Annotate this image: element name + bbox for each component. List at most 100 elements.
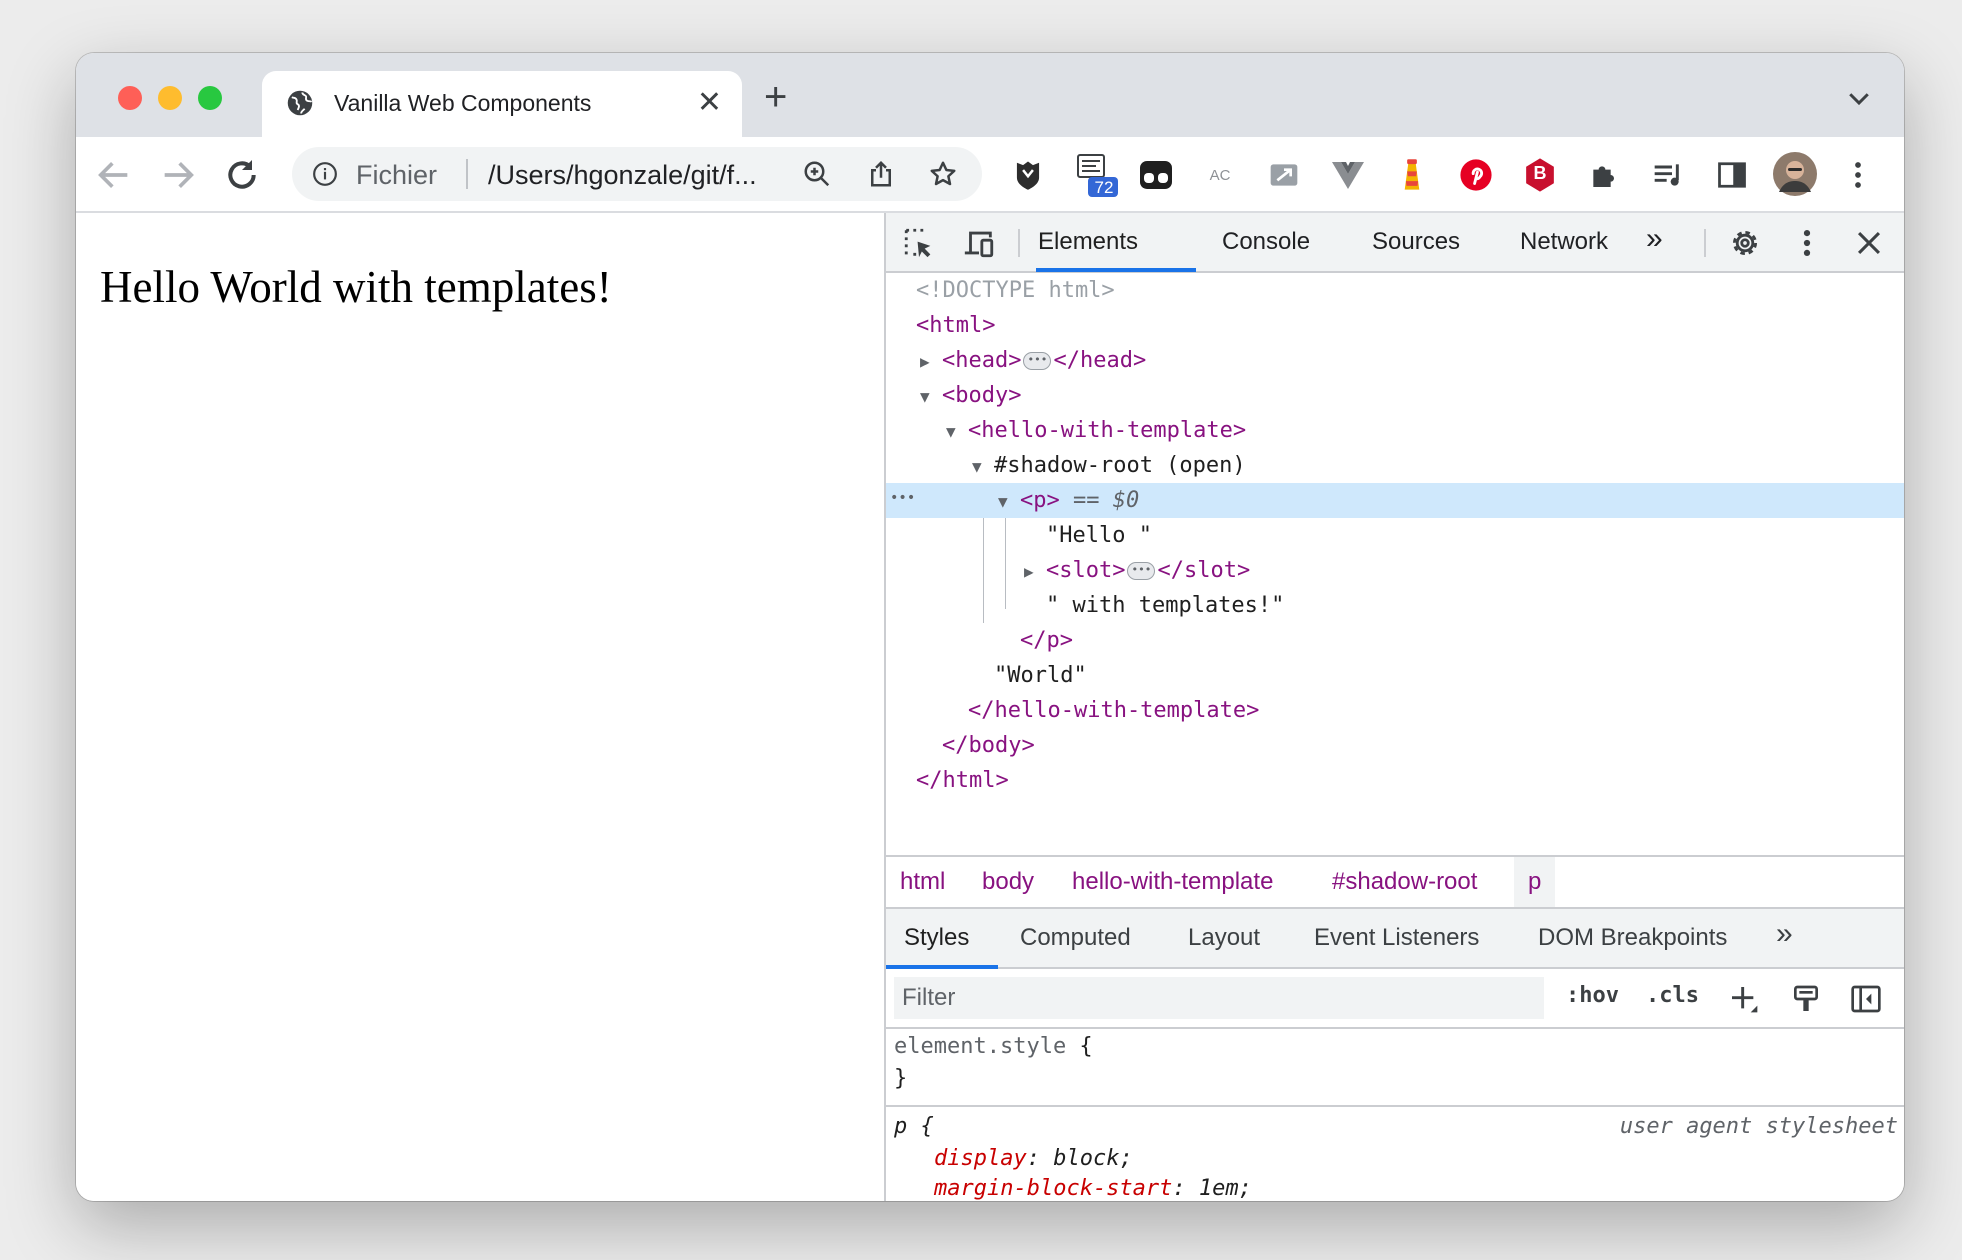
toggle-sidebar-icon[interactable]	[1850, 983, 1882, 1015]
side-panel-icon[interactable]	[1714, 157, 1750, 193]
styles-filter-input[interactable]	[894, 977, 1544, 1019]
more-tabs-icon[interactable]: »	[1646, 222, 1663, 256]
tab-sources[interactable]: Sources	[1372, 228, 1460, 256]
tab-event-listeners[interactable]: Event Listeners	[1314, 924, 1479, 952]
device-toolbar-icon[interactable]	[962, 226, 996, 260]
tab-network[interactable]: Network	[1520, 228, 1608, 256]
tab-vanilla-web-components[interactable]: Vanilla Web Components ✕	[262, 71, 742, 137]
collapse-triangle-icon[interactable]: ▼	[946, 414, 968, 449]
paint-brush-icon[interactable]	[1790, 983, 1822, 1015]
dom-node-slot[interactable]: ▶ <slot> ••• </slot>	[886, 553, 1904, 588]
dom-tree: <!DOCTYPE html> <html> ▶ <head> ••• </head>…	[886, 273, 1904, 855]
back-arrow-icon[interactable]	[94, 155, 134, 195]
active-tab-indicator	[1036, 268, 1196, 272]
dom-node-body[interactable]: ▼ <body>	[886, 378, 1904, 413]
share-icon[interactable]	[866, 159, 896, 189]
tab-layout[interactable]: Layout	[1188, 924, 1260, 952]
resize-extension-icon[interactable]	[1266, 157, 1302, 193]
address-bar[interactable]: Fichier /Users/hgonzale/git/f...	[292, 147, 982, 201]
new-rule-plus-icon[interactable]	[1728, 983, 1760, 1015]
pinterest-icon[interactable]	[1458, 157, 1494, 193]
toolbar-divider	[1018, 229, 1020, 257]
counter-extension-icon[interactable]: 72	[1074, 153, 1118, 197]
collapsed-content-icon[interactable]: •••	[1023, 352, 1052, 370]
bookmark-star-icon[interactable]	[928, 159, 958, 189]
more-subtabs-icon[interactable]: »	[1776, 917, 1793, 951]
dom-node-hello-close[interactable]: </hello-with-template>	[886, 693, 1904, 728]
tab-title: Vanilla Web Components	[334, 90, 592, 116]
dom-node-hello-with-template[interactable]: ▼ <hello-with-template>	[886, 413, 1904, 448]
hov-toggle[interactable]: :hov	[1566, 983, 1619, 1008]
profile-avatar[interactable]	[1772, 151, 1818, 197]
extensions-puzzle-icon[interactable]	[1586, 157, 1622, 193]
tab-styles[interactable]: Styles	[904, 924, 969, 952]
url-text[interactable]: /Users/hgonzale/git/f...	[488, 160, 757, 191]
reload-icon[interactable]	[222, 155, 262, 195]
dom-node-html-close[interactable]: </html>	[886, 763, 1904, 798]
info-icon[interactable]	[312, 161, 338, 187]
collapse-triangle-icon[interactable]: ▼	[998, 484, 1020, 519]
expand-triangle-icon[interactable]: ▶	[920, 344, 942, 379]
toolbar-divider	[1704, 229, 1706, 257]
zoom-window-button[interactable]	[198, 86, 222, 110]
collapse-triangle-icon[interactable]: ▼	[972, 449, 994, 484]
new-tab-button[interactable]: +	[764, 77, 787, 117]
inspect-element-icon[interactable]	[902, 226, 936, 260]
mask-extension-icon[interactable]	[1138, 157, 1174, 193]
shield-extension-icon[interactable]	[1010, 157, 1046, 193]
breadcrumb: html body hello-with-template #shadow-ro…	[886, 855, 1904, 909]
devtools-menu-icon[interactable]	[1790, 226, 1824, 260]
close-tab-icon[interactable]: ✕	[697, 85, 722, 120]
dom-node-shadow-root[interactable]: ▼ #shadow-root (open)	[886, 448, 1904, 483]
tab-search-chevron-icon[interactable]	[1844, 83, 1874, 113]
browser-menu-icon[interactable]	[1840, 157, 1876, 193]
tab-computed[interactable]: Computed	[1020, 924, 1131, 952]
dom-node-p-selected[interactable]: ••• ▼ <p> == $0	[886, 483, 1904, 518]
dom-text-hello[interactable]: "Hello "	[886, 518, 1904, 553]
settings-gear-icon[interactable]	[1728, 226, 1762, 260]
breadcrumb-hello-with-template[interactable]: hello-with-template	[1058, 857, 1287, 907]
tab-console[interactable]: Console	[1222, 228, 1310, 256]
page-viewport: Hello World with templates!	[76, 213, 884, 1201]
tab-dom-breakpoints[interactable]: DOM Breakpoints	[1538, 924, 1727, 952]
honey-extension-icon[interactable]: B	[1522, 157, 1558, 193]
collapse-triangle-icon[interactable]: ▼	[920, 379, 942, 414]
minimize-window-button[interactable]	[158, 86, 182, 110]
p-rule-selector[interactable]: p {	[894, 1111, 934, 1143]
media-controls-icon[interactable]	[1650, 157, 1686, 193]
breadcrumb-html[interactable]: html	[886, 857, 959, 907]
vue-devtools-icon[interactable]	[1330, 157, 1366, 193]
dom-node-doctype[interactable]: <!DOCTYPE html>	[886, 273, 1904, 308]
cls-toggle[interactable]: .cls	[1646, 983, 1699, 1008]
close-devtools-icon[interactable]	[1852, 226, 1886, 260]
collapsed-content-icon[interactable]: •••	[1127, 562, 1156, 580]
breadcrumb-body[interactable]: body	[968, 857, 1048, 907]
zoom-icon[interactable]	[802, 159, 832, 189]
styles-subtabs: Styles Computed Layout Event Listeners D…	[886, 909, 1904, 969]
node-actions-icon[interactable]: •••	[890, 481, 915, 516]
declaration-display[interactable]: display: block;	[934, 1143, 1133, 1175]
dom-node-body-close[interactable]: </body>	[886, 728, 1904, 763]
lighthouse-extension-icon[interactable]	[1394, 157, 1430, 193]
devtools-panel: Elements Console Sources Network » <!DOC…	[884, 213, 1904, 1201]
extension-badge-count: 72	[1094, 178, 1114, 197]
selected-node-marker: == $0	[1073, 488, 1140, 513]
dom-node-html[interactable]: <html>	[886, 308, 1904, 343]
declaration-margin-block-start[interactable]: margin-block-start: 1em;	[934, 1173, 1252, 1201]
dom-node-p-close[interactable]: </p>	[886, 623, 1904, 658]
rule-source-label: user agent stylesheet	[1619, 1114, 1898, 1139]
dom-text-with-templates[interactable]: " with templates!"	[886, 588, 1904, 623]
styles-rules: element.style { } p { user agent stylesh…	[886, 1029, 1904, 1201]
forward-arrow-icon[interactable]	[158, 155, 198, 195]
breadcrumb-p[interactable]: p	[1514, 857, 1556, 907]
devtools-tabbar: Elements Console Sources Network »	[886, 213, 1904, 273]
ac-extension-icon[interactable]: AC	[1202, 157, 1238, 193]
scheme-label: Fichier	[356, 160, 438, 190]
dom-node-head[interactable]: ▶ <head> ••• </head>	[886, 343, 1904, 378]
expand-triangle-icon[interactable]: ▶	[1024, 554, 1046, 589]
element-style-rule[interactable]: element.style {	[894, 1031, 1093, 1063]
tab-elements[interactable]: Elements	[1038, 228, 1138, 256]
close-window-button[interactable]	[118, 86, 142, 110]
dom-text-world[interactable]: "World"	[886, 658, 1904, 693]
breadcrumb-shadow-root[interactable]: #shadow-root	[1318, 857, 1491, 907]
